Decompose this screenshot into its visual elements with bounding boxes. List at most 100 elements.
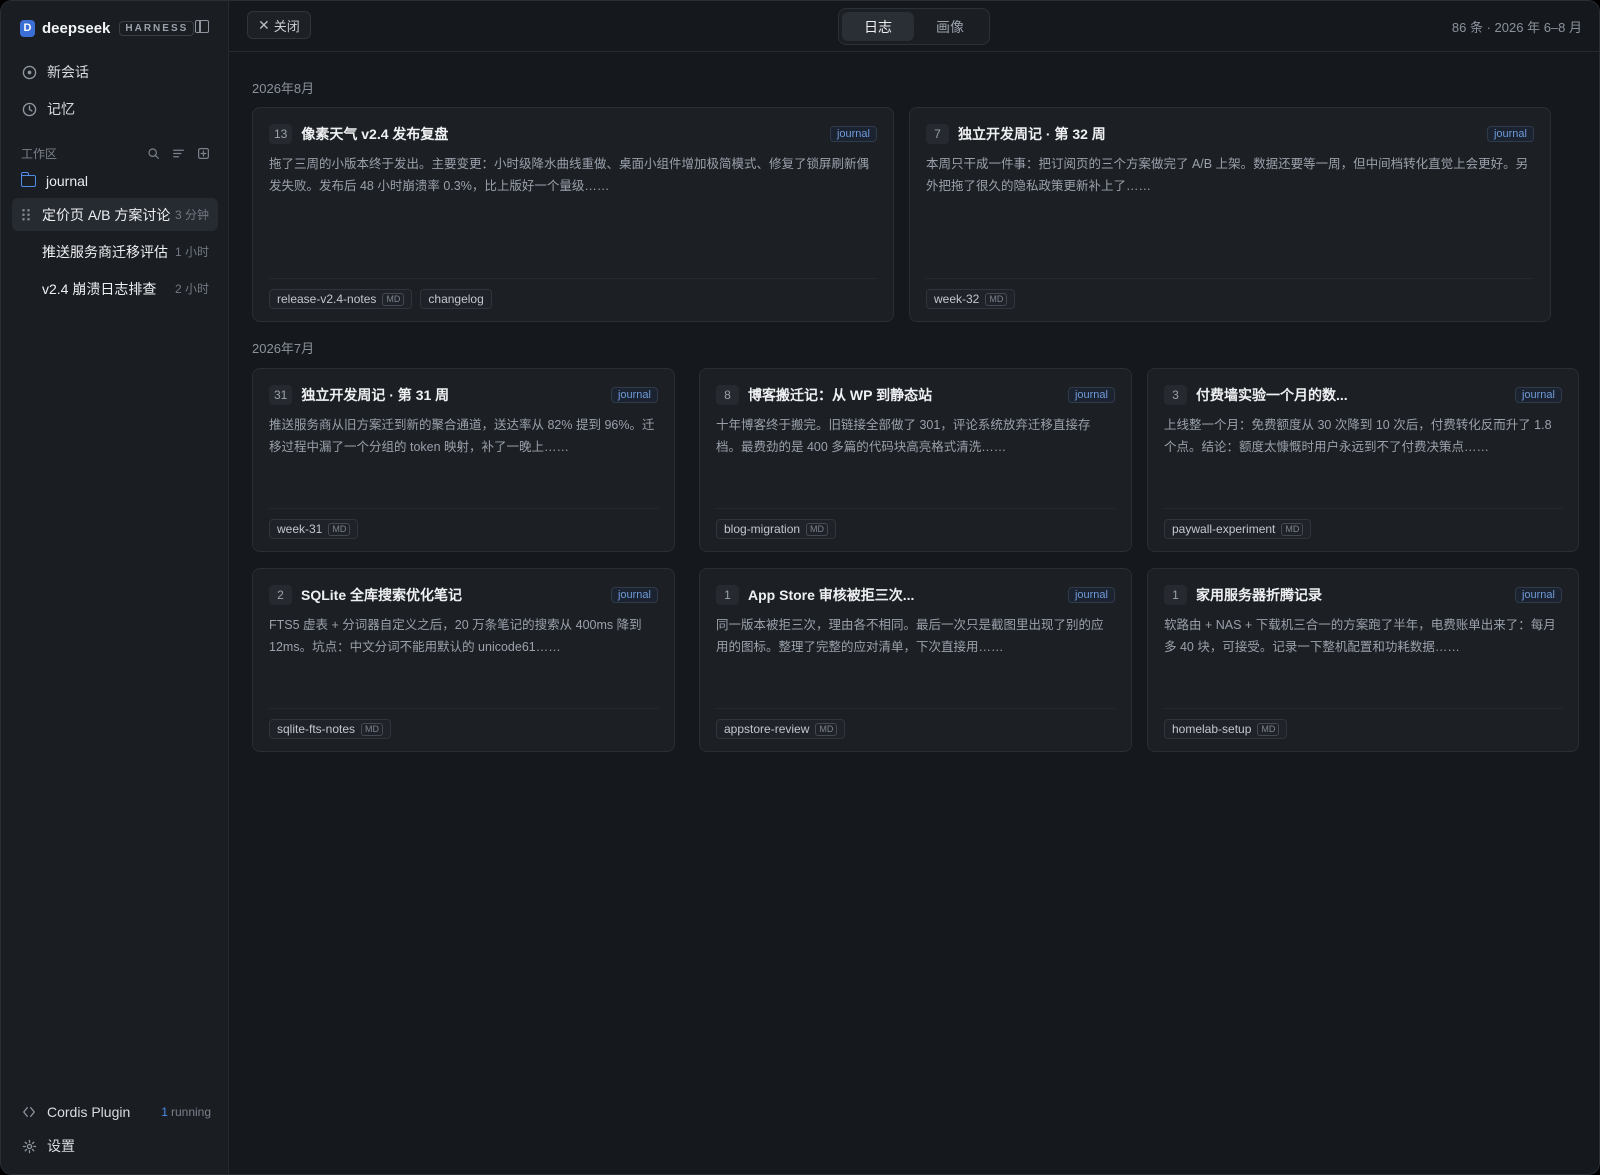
session-item[interactable]: 推送服务商迁移评估 1 小时 bbox=[12, 235, 218, 268]
folder-icon bbox=[20, 172, 36, 187]
journal-card[interactable]: 2 SQLite 全库搜索优化笔记 journal FTS5 虚表 + 分词器自… bbox=[252, 568, 675, 752]
session-item[interactable]: v2.4 崩溃日志排查 2 小时 bbox=[12, 272, 218, 305]
card-title: 博客搬迁记：从 WP 到静态站 bbox=[748, 387, 933, 403]
card-tag: journal bbox=[829, 126, 877, 142]
session-time: 2 小时 bbox=[174, 282, 209, 296]
session-item[interactable]: 定价页 A/B 方案讨论 3 分钟 bbox=[12, 198, 218, 231]
sidebar-toggle-icon[interactable] bbox=[195, 20, 209, 33]
card-title: App Store 审核被拒三次... bbox=[748, 587, 915, 603]
file-chip[interactable]: week-32 MD bbox=[926, 289, 1016, 309]
card-excerpt: 软路由 + NAS + 下载机三合一的方案跑了半年，电费账单出来了：每月多 40… bbox=[1164, 618, 1556, 654]
card-tag: journal bbox=[1486, 126, 1534, 142]
file-chip[interactable]: paywall-experiment MD bbox=[1164, 519, 1312, 539]
md-badge: MD bbox=[985, 292, 1008, 306]
file-chip[interactable]: changelog bbox=[420, 289, 492, 309]
file-chip-label: week-32 bbox=[934, 292, 980, 306]
file-chip[interactable]: blog-migration MD bbox=[716, 519, 837, 539]
md-badge: MD bbox=[382, 292, 405, 306]
card-title: 独立开发周记 · 第 31 周 bbox=[301, 387, 450, 403]
file-chip-label: release-v2.4-notes bbox=[277, 292, 377, 306]
workspace-title: 工作区 bbox=[21, 146, 58, 161]
entry-count: 7 bbox=[926, 124, 949, 144]
card-excerpt: 十年博客终于搬完。旧链接全部做了 301，评论系统放弃迁移直接存档。最费劲的是 … bbox=[716, 418, 1091, 454]
session-title: 推送服务商迁移评估 bbox=[42, 243, 168, 260]
file-chip[interactable]: appstore-review MD bbox=[716, 719, 846, 739]
topbar: ✕ 关闭 日志 画像 86 条 · 2026 年 6–8 月 bbox=[229, 1, 1599, 52]
settings-label: 设置 bbox=[47, 1138, 75, 1154]
journal-card[interactable]: 31 独立开发周记 · 第 31 周 journal 推送服务商从旧方案迁到新的… bbox=[252, 368, 675, 552]
file-chip[interactable]: release-v2.4-notes MD bbox=[269, 289, 413, 309]
sort-icon[interactable] bbox=[171, 146, 186, 161]
new-chat-label: 新会话 bbox=[47, 64, 89, 80]
md-badge: MD bbox=[815, 722, 838, 736]
session-title: v2.4 崩溃日志排查 bbox=[42, 280, 157, 297]
md-badge: MD bbox=[806, 522, 829, 536]
journal-card[interactable]: 7 独立开发周记 · 第 32 周 journal 本周只干成一件事：把订阅页的… bbox=[909, 107, 1551, 322]
gear-icon bbox=[21, 1138, 37, 1154]
brand: D deepseek HARNESS bbox=[20, 18, 195, 38]
app-window: D deepseek HARNESS 新会话 记忆 工作区 journal 定价… bbox=[0, 0, 1600, 1175]
journal-card[interactable]: 1 家用服务器折腾记录 journal 软路由 + NAS + 下载机三合一的方… bbox=[1147, 568, 1579, 752]
card-excerpt: 推送服务商从旧方案迁到新的聚合通道，送达率从 82% 提到 96%。迁移过程中漏… bbox=[269, 418, 655, 454]
brand-logo: D bbox=[20, 19, 35, 37]
brand-name: deepseek bbox=[42, 19, 111, 37]
entry-count: 31 bbox=[269, 385, 293, 405]
search-icon[interactable] bbox=[146, 146, 161, 161]
tab-portrait[interactable]: 画像 bbox=[914, 12, 986, 41]
plugin-running-status: 1 running bbox=[161, 1105, 211, 1119]
session-time: 3 分钟 bbox=[174, 208, 209, 222]
plugin-running-count: 1 bbox=[161, 1105, 168, 1119]
md-badge: MD bbox=[328, 522, 351, 536]
card-title: 付费墙实验一个月的数... bbox=[1196, 387, 1348, 403]
card-tag: journal bbox=[1514, 587, 1562, 603]
folder-label: journal bbox=[46, 173, 89, 189]
card-title: 独立开发周记 · 第 32 周 bbox=[958, 126, 1106, 142]
file-chip[interactable]: week-31 MD bbox=[269, 519, 359, 539]
view-switcher: 日志 画像 bbox=[838, 8, 990, 45]
session-time: 1 小时 bbox=[174, 245, 209, 259]
card-title: SQLite 全库搜索优化笔记 bbox=[301, 587, 463, 603]
card-excerpt: 上线整一个月：免费额度从 30 次降到 10 次后，付费转化反而升了 1.8 个… bbox=[1164, 418, 1552, 454]
card-tag: journal bbox=[610, 387, 658, 403]
file-chip[interactable]: sqlite-fts-notes MD bbox=[269, 719, 392, 739]
journal-card[interactable]: 13 像素天气 v2.4 发布复盘 journal 拖了三周的小版本终于发出。主… bbox=[252, 107, 894, 322]
folder-journal[interactable]: journal bbox=[20, 172, 89, 189]
plugin-status[interactable]: Cordis Plugin 1 running bbox=[21, 1101, 211, 1123]
brand-badge: HARNESS bbox=[119, 20, 195, 36]
plus-circle-icon bbox=[21, 64, 37, 80]
close-button[interactable]: ✕ 关闭 bbox=[247, 11, 311, 39]
card-excerpt: 本周只干成一件事：把订阅页的三个方案做完了 A/B 上架。数据还要等一周，但中间… bbox=[926, 157, 1529, 193]
new-folder-icon[interactable] bbox=[196, 146, 211, 161]
card-title: 像素天气 v2.4 发布复盘 bbox=[301, 126, 449, 142]
card-excerpt: 同一版本被拒三次，理由各不相同。最后一次只是截图里出现了别的应用的图标。整理了完… bbox=[716, 618, 1104, 654]
new-chat-button[interactable]: 新会话 bbox=[21, 61, 89, 83]
file-chip-label: week-31 bbox=[277, 522, 323, 536]
file-chip-label: paywall-experiment bbox=[1172, 522, 1276, 536]
month-heading: 2026年8月 bbox=[252, 81, 315, 96]
file-chip[interactable]: homelab-setup MD bbox=[1164, 719, 1288, 739]
settings-button[interactable]: 设置 bbox=[21, 1135, 211, 1157]
sidebar: D deepseek HARNESS 新会话 记忆 工作区 journal 定价… bbox=[1, 1, 229, 1174]
code-brackets-icon bbox=[21, 1104, 37, 1120]
md-badge: MD bbox=[361, 722, 384, 736]
card-tag: journal bbox=[1067, 387, 1115, 403]
month-heading: 2026年7月 bbox=[252, 341, 315, 356]
drag-handle-icon[interactable] bbox=[21, 208, 30, 221]
plugin-label: Cordis Plugin bbox=[47, 1104, 131, 1120]
file-chip-label: appstore-review bbox=[724, 722, 810, 736]
workspace-header: 工作区 bbox=[21, 144, 211, 162]
journal-card[interactable]: 8 博客搬迁记：从 WP 到静态站 journal 十年博客终于搬完。旧链接全部… bbox=[699, 368, 1132, 552]
entry-count: 2 bbox=[269, 585, 292, 605]
file-chip-label: changelog bbox=[428, 292, 484, 306]
close-icon: ✕ bbox=[258, 16, 270, 33]
memory-button[interactable]: 记忆 bbox=[21, 98, 75, 120]
tab-journal[interactable]: 日志 bbox=[842, 12, 914, 41]
entry-count: 1 bbox=[1164, 585, 1187, 605]
close-label: 关闭 bbox=[273, 18, 300, 34]
entry-count: 8 bbox=[716, 385, 739, 405]
file-chip-label: blog-migration bbox=[724, 522, 801, 536]
card-title: 家用服务器折腾记录 bbox=[1196, 587, 1322, 603]
journal-card[interactable]: 3 付费墙实验一个月的数... journal 上线整一个月：免费额度从 30 … bbox=[1147, 368, 1579, 552]
journal-card[interactable]: 1 App Store 审核被拒三次... journal 同一版本被拒三次，理… bbox=[699, 568, 1132, 752]
card-tag: journal bbox=[610, 587, 658, 603]
